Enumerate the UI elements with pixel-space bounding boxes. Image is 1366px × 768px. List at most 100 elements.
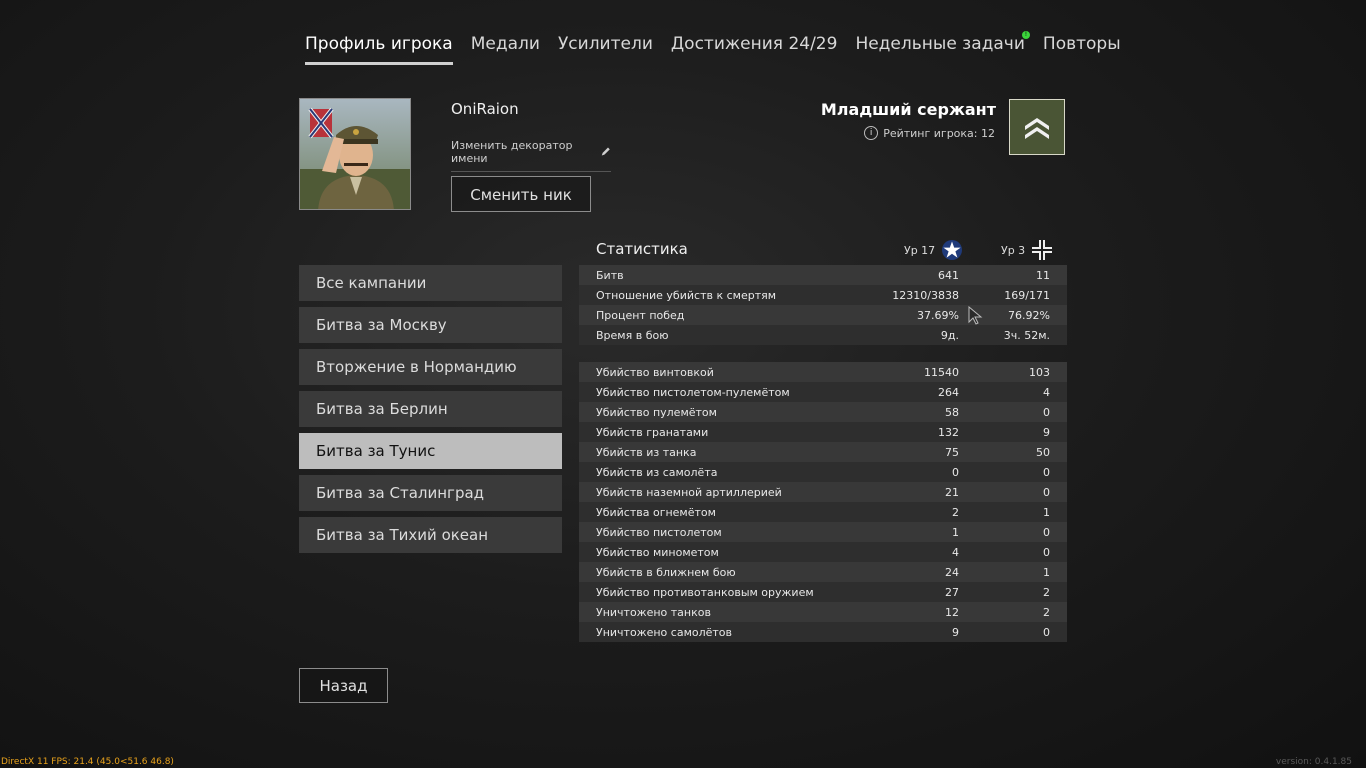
rank-title: Младший сержант — [820, 100, 996, 119]
axis-level-label: Ур 3 — [1001, 243, 1026, 257]
version-label: version: 0.4.1.85 — [1275, 757, 1352, 767]
stat-value-allies: 0 — [952, 465, 959, 479]
stat-label: Убийств из самолёта — [596, 465, 718, 479]
stat-label: Убийств в ближнем бою — [596, 565, 736, 579]
pencil-icon — [602, 147, 611, 156]
player-rating: i Рейтинг игрока: 12 — [864, 126, 995, 140]
tab-replays[interactable]: Повторы — [1043, 34, 1121, 65]
campaign-tunisia[interactable]: Битва за Тунис — [299, 433, 562, 469]
top-tabs: Профиль игрока Медали Усилители Достижен… — [305, 31, 1139, 65]
tab-player-profile[interactable]: Профиль игрока — [305, 34, 453, 65]
info-icon[interactable]: i — [864, 126, 879, 140]
tab-medals[interactable]: Медали — [471, 34, 540, 65]
stat-value-axis: 0 — [1043, 525, 1050, 539]
change-nick-button[interactable]: Сменить ник — [451, 176, 591, 212]
tab-weekly-tasks-label: Недельные задачи — [855, 34, 1025, 54]
player-avatar[interactable] — [299, 98, 411, 210]
player-rating-label: Рейтинг игрока: 12 — [883, 126, 995, 140]
stat-label: Убийство пистолетом — [596, 525, 722, 539]
stat-value-allies: 11540 — [924, 365, 959, 379]
table-row: Убийств из танка 75 50 — [579, 442, 1067, 462]
name-decorator-link[interactable]: Изменить декоратор имени — [451, 139, 611, 172]
axis-cross-icon — [1032, 240, 1053, 260]
campaign-moscow[interactable]: Битва за Москву — [299, 307, 562, 343]
back-button[interactable]: Назад — [299, 668, 388, 703]
table-row: Отношение убийств к смертям 12310/3838 169… — [579, 285, 1067, 305]
stat-label: Время в бою — [596, 328, 669, 342]
stat-label: Убийство противотанковым оружием — [596, 585, 814, 599]
table-row: Уничтожено самолётов 9 0 — [579, 622, 1067, 642]
stat-value-allies: 12 — [945, 605, 959, 619]
table-row: Убийство минометом 4 0 — [579, 542, 1067, 562]
stat-label: Уничтожено самолётов — [596, 625, 733, 639]
stat-value-axis: 0 — [1043, 625, 1050, 639]
stat-value-allies: 4 — [952, 545, 959, 559]
stat-value-axis: 50 — [1036, 445, 1050, 459]
stat-value-allies: 21 — [945, 485, 959, 499]
table-row: Убийств гранатами 132 9 — [579, 422, 1067, 442]
table-row: Процент побед 37.69% 76.92% — [579, 305, 1067, 325]
stat-label: Процент побед — [596, 308, 685, 322]
table-row: Убийство пулемётом 58 0 — [579, 402, 1067, 422]
table-row: Убийств в ближнем бою 24 1 — [579, 562, 1067, 582]
table-row: Убийство пистолетом-пулемётом 264 4 — [579, 382, 1067, 402]
allies-level: Ур 17 — [904, 239, 963, 261]
kill-stats-table: Убийство винтовкой 11540 103 Убийство пист… — [579, 362, 1067, 642]
stat-value-axis: 0 — [1043, 545, 1050, 559]
stat-label: Отношение убийств к смертям — [596, 288, 777, 302]
stat-label: Убийство пистолетом-пулемётом — [596, 385, 790, 399]
stat-label: Уничтожено танков — [596, 605, 711, 619]
general-stats-table: Битв 641 11 Отношение убийств к смертям 123… — [579, 265, 1067, 345]
stats-header: Статистика Ур 17 Ур 3 — [579, 235, 1067, 261]
stat-value-allies: 27 — [945, 585, 959, 599]
stat-label: Убийств гранатами — [596, 425, 709, 439]
stat-value-allies: 75 — [945, 445, 959, 459]
campaign-normandy[interactable]: Вторжение в Нормандию — [299, 349, 562, 385]
campaign-pacific[interactable]: Битва за Тихий океан — [299, 517, 562, 553]
notification-dot-icon: ! — [1021, 31, 1030, 39]
stat-label: Убийство минометом — [596, 545, 719, 559]
stat-value-axis: 1 — [1043, 505, 1050, 519]
stat-value-allies: 12310/3838 — [892, 288, 959, 302]
stat-label: Убийства огнемётом — [596, 505, 716, 519]
stat-value-axis: 76.92% — [1008, 308, 1050, 322]
stat-value-axis: 169/171 — [1004, 288, 1050, 302]
campaign-stalingrad[interactable]: Битва за Сталинград — [299, 475, 562, 511]
stat-label: Убийств из танка — [596, 445, 697, 459]
table-row: Убийств наземной артиллерией 21 0 — [579, 482, 1067, 502]
rank-badge-icon[interactable] — [1009, 99, 1065, 155]
stat-value-axis: 0 — [1043, 485, 1050, 499]
table-row: Убийство пистолетом 1 0 — [579, 522, 1067, 542]
stat-value-allies: 58 — [945, 405, 959, 419]
stat-value-axis: 2 — [1043, 585, 1050, 599]
stats-title: Статистика — [596, 240, 688, 258]
stat-value-axis: 0 — [1043, 405, 1050, 419]
tab-weekly-tasks[interactable]: Недельные задачи! — [855, 31, 1030, 65]
stat-label: Убийств наземной артиллерией — [596, 485, 782, 499]
stat-value-allies: 132 — [938, 425, 959, 439]
table-row: Убийство противотанковым оружием 27 2 — [579, 582, 1067, 602]
campaign-berlin[interactable]: Битва за Берлин — [299, 391, 562, 427]
name-decorator-label: Изменить декоратор имени — [451, 139, 573, 165]
stat-value-allies: 9д. — [940, 328, 959, 342]
stat-value-axis: 2 — [1043, 605, 1050, 619]
stat-value-axis: 9 — [1043, 425, 1050, 439]
table-row: Время в бою 9д. 3ч. 52м. — [579, 325, 1067, 345]
stat-label: Убийство винтовкой — [596, 365, 714, 379]
stat-label: Убийство пулемётом — [596, 405, 717, 419]
stat-value-axis: 3ч. 52м. — [1003, 328, 1050, 342]
stat-value-allies: 264 — [938, 385, 959, 399]
campaign-all[interactable]: Все кампании — [299, 265, 562, 301]
table-row: Убийства огнемётом 2 1 — [579, 502, 1067, 522]
tab-achievements[interactable]: Достижения 24/29 — [671, 34, 838, 65]
player-name: OniRaion — [451, 100, 519, 118]
stat-value-allies: 37.69% — [917, 308, 959, 322]
stat-value-axis: 103 — [1029, 365, 1050, 379]
stat-value-allies: 9 — [952, 625, 959, 639]
allies-star-icon — [942, 240, 963, 260]
stat-value-allies: 24 — [945, 565, 959, 579]
stat-value-allies: 1 — [952, 525, 959, 539]
stat-value-axis: 4 — [1043, 385, 1050, 399]
campaign-list: Все кампании Битва за Москву Вторжение в… — [299, 265, 562, 559]
tab-boosters[interactable]: Усилители — [558, 34, 653, 65]
